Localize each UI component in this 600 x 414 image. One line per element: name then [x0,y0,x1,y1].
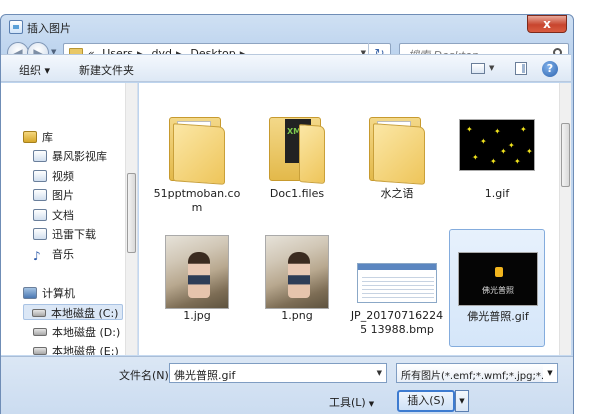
nav-item-pictures[interactable]: 图片 [33,187,74,203]
tools-button[interactable]: 工具(L) ▼ [329,394,374,410]
filename-field[interactable]: 佛光普照.gif ▼ [169,363,387,383]
file-item-doc1-files[interactable]: Doc1.files [249,107,345,225]
pictures-icon [33,189,47,201]
nav-item-label: 文档 [52,209,74,222]
preview-pane-icon[interactable] [515,62,527,75]
videos-icon [33,170,47,182]
file-item-1-png[interactable]: 1.png [249,229,345,347]
nav-item-label: 迅雷下载 [52,228,96,241]
nav-item-videos[interactable]: 视频 [33,168,74,184]
nav-item-drive-e[interactable]: 本地磁盘 (E:) [33,343,119,355]
image-thumbnail: ✦ ✦ ✦ ✦ ✦ ✦ ✦ ✦ ✦ ✦ [459,119,535,171]
folder-icon [369,115,427,185]
insert-button[interactable]: 插入(S) [397,390,455,412]
window-title: 插入图片 [27,22,71,35]
filename-value: 佛光普照.gif [174,369,236,382]
navigation-pane: 库 暴风影视库 视频 图片 文档 迅雷下载 ♪ 音乐 计算机 本地磁盘 (C:) … [1,83,138,355]
file-item-1-jpg[interactable]: 1.jpg [149,229,245,347]
filename-label: 文件名(N): [119,369,173,382]
drive-icon [32,309,46,317]
thunder-download-icon [33,228,47,240]
nav-item-drive-d[interactable]: 本地磁盘 (D:) [33,324,120,340]
new-folder-button[interactable]: 新建文件夹 [79,62,134,78]
nav-item-drive-c[interactable]: 本地磁盘 (C:) [23,304,123,320]
file-type-select[interactable]: 所有图片(*.emf;*.wmf;*.jpg;*.jp ▼ [396,363,558,383]
command-toolbar: 组织 ▾ 新建文件夹 ▼ ? [1,54,571,82]
file-item-51pptmoban[interactable]: 51pptmoban.com [149,107,245,225]
file-name: Doc1.files [269,187,325,200]
nav-item-thunder[interactable]: 迅雷下载 [33,226,96,242]
folder-icon [169,115,227,185]
nav-scrollbar-thumb[interactable] [127,173,136,253]
file-name: JP_201707162245 13988.bmp [350,309,444,336]
file-item-foguangpuzhao-gif[interactable]: 佛光普照 佛光普照.gif [449,229,545,347]
thumbnail-caption: 佛光普照 [482,286,514,295]
nav-scrollbar[interactable] [125,83,137,355]
nav-item-label: 暴风影视库 [52,150,107,163]
nav-item-label: 图片 [52,189,74,202]
file-name: 1.jpg [183,309,211,322]
library-icon [23,131,37,143]
nav-item-label: 本地磁盘 (C:) [51,307,119,320]
image-thumbnail [357,263,437,303]
nav-item-label: 本地磁盘 (D:) [52,326,121,339]
nav-item-baofeng[interactable]: 暴风影视库 [33,148,107,164]
nav-item-music[interactable]: ♪ 音乐 [33,246,74,263]
file-type-value: 所有图片(*.emf;*.wmf;*.jpg;*.jp [401,371,554,382]
folder-icon [269,115,327,184]
dialog-footer: 文件名(N): 佛光普照.gif ▼ 所有图片(*.emf;*.wmf;*.jp… [1,356,573,414]
computer-icon [23,287,37,299]
documents-icon [33,209,47,221]
image-thumbnail [265,235,329,309]
file-list-scrollbar[interactable] [559,83,571,355]
nav-item-label: 库 [42,131,53,144]
drive-icon [33,328,47,336]
video-library-icon [33,150,47,162]
image-thumbnail: 佛光普照 [458,252,538,306]
nav-item-libraries[interactable]: 库 [23,129,53,145]
help-icon[interactable]: ? [542,61,558,77]
chevron-down-icon: ▼ [368,400,375,408]
nav-item-label: 计算机 [42,287,75,300]
chevron-down-icon[interactable]: ▼ [543,364,557,382]
image-thumbnail [165,235,229,309]
nav-item-label: 音乐 [52,248,74,261]
file-list-scrollbar-thumb[interactable] [561,123,570,187]
organize-button[interactable]: 组织 ▾ [19,62,50,78]
file-item-jp-bmp[interactable]: JP_201707162245 13988.bmp [349,229,445,347]
app-icon [9,20,23,34]
change-view-icon[interactable] [471,63,485,74]
nav-item-label: 本地磁盘 (E:) [52,345,119,355]
insert-options-dropdown[interactable]: ▼ [455,390,469,412]
drive-icon [33,347,47,355]
close-button[interactable]: x [527,15,567,33]
nav-item-computer[interactable]: 计算机 [23,285,75,301]
file-name: 1.png [281,309,313,322]
music-icon: ♪ [33,249,41,263]
title-bar: 插入图片 x [1,15,573,39]
chevron-down-icon[interactable]: ▼ [377,369,382,377]
file-name: 佛光普照.gif [467,310,529,323]
nav-item-documents[interactable]: 文档 [33,207,74,223]
file-name: 51pptmoban.com [153,187,241,214]
file-item-1-gif[interactable]: ✦ ✦ ✦ ✦ ✦ ✦ ✦ ✦ ✦ ✦ 1.gif [449,107,545,225]
nav-item-label: 视频 [52,170,74,183]
file-list: 51pptmoban.com Doc1.files 水之语 ✦✦ ✦✦ ✦✦ ✦… [139,83,559,355]
file-name: 1.gif [484,187,510,200]
file-item-shuizhiyu[interactable]: 水之语 [349,107,445,225]
file-name: 水之语 [380,187,414,200]
view-dropdown-icon[interactable]: ▼ [489,64,494,72]
tools-label: 工具(L) [329,396,366,409]
